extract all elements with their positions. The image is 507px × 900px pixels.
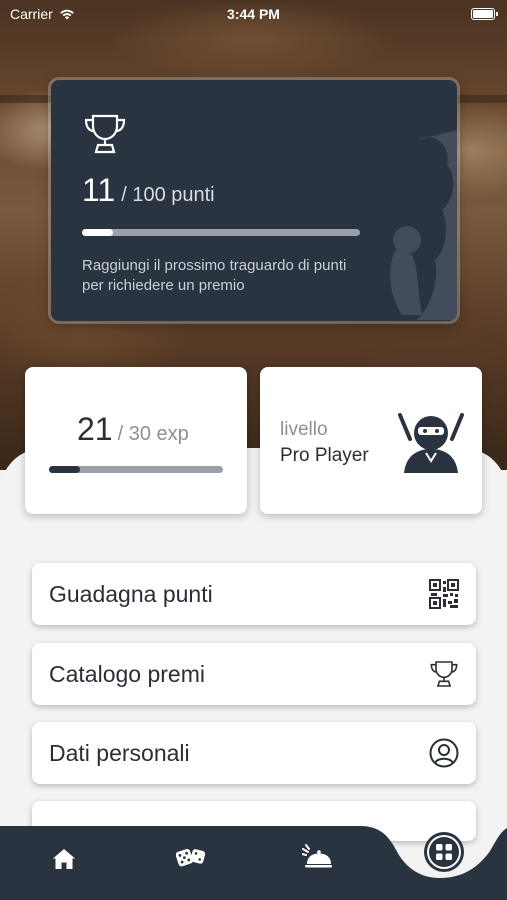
- level-name: Pro Player: [280, 445, 369, 466]
- tab-home[interactable]: [49, 844, 79, 874]
- grid-icon: [427, 835, 461, 869]
- cloche-icon: [302, 844, 332, 868]
- personal-data-label: Dati personali: [49, 739, 190, 766]
- carrier-label: Carrier: [10, 6, 53, 22]
- points-target: / 100 punti: [121, 184, 215, 206]
- trophy-icon: [428, 658, 460, 690]
- status-bar: Carrier 3:44 PM: [0, 0, 507, 28]
- earn-points-label: Guadagna punti: [49, 580, 213, 607]
- points-card[interactable]: 11 / 100 punti Raggiungi il prossimo tra…: [51, 80, 457, 321]
- personal-data-button[interactable]: Dati personali: [32, 722, 476, 784]
- exp-counter: 21 / 30 exp: [77, 411, 189, 448]
- dice-icon: [176, 849, 206, 867]
- ninja-icon: [398, 413, 464, 473]
- status-time: 3:44 PM: [227, 6, 280, 22]
- points-progress-fill: [82, 229, 113, 236]
- points-current: 11: [82, 172, 116, 208]
- exp-progress-fill: [49, 466, 81, 473]
- tab-games[interactable]: [176, 842, 206, 872]
- level-card[interactable]: livello Pro Player: [260, 367, 482, 514]
- earn-points-button[interactable]: Guadagna punti: [32, 563, 476, 625]
- tab-dashboard[interactable]: [424, 832, 464, 872]
- exp-current: 21: [77, 411, 113, 447]
- points-counter: 11 / 100 punti: [82, 172, 215, 209]
- user-icon: [428, 737, 460, 769]
- rewards-catalog-button[interactable]: Catalogo premi: [32, 643, 476, 705]
- level-label: livello: [280, 419, 328, 440]
- home-icon: [53, 849, 75, 869]
- points-message: Raggiungi il prossimo traguardo di punti…: [82, 257, 347, 294]
- qr-code-icon: [428, 578, 460, 610]
- points-progress-bar: [82, 229, 360, 236]
- exp-card[interactable]: 21 / 30 exp: [25, 367, 247, 514]
- warrior-illustration: [390, 130, 457, 320]
- battery-icon: [471, 8, 498, 20]
- rewards-catalog-label: Catalogo premi: [49, 660, 205, 687]
- exp-progress-bar: [49, 466, 223, 473]
- trophy-icon: [84, 114, 126, 154]
- exp-target: / 30 exp: [117, 423, 189, 445]
- wifi-icon: [59, 9, 74, 20]
- tab-menu[interactable]: [302, 842, 332, 872]
- carrier-group: Carrier: [10, 6, 75, 22]
